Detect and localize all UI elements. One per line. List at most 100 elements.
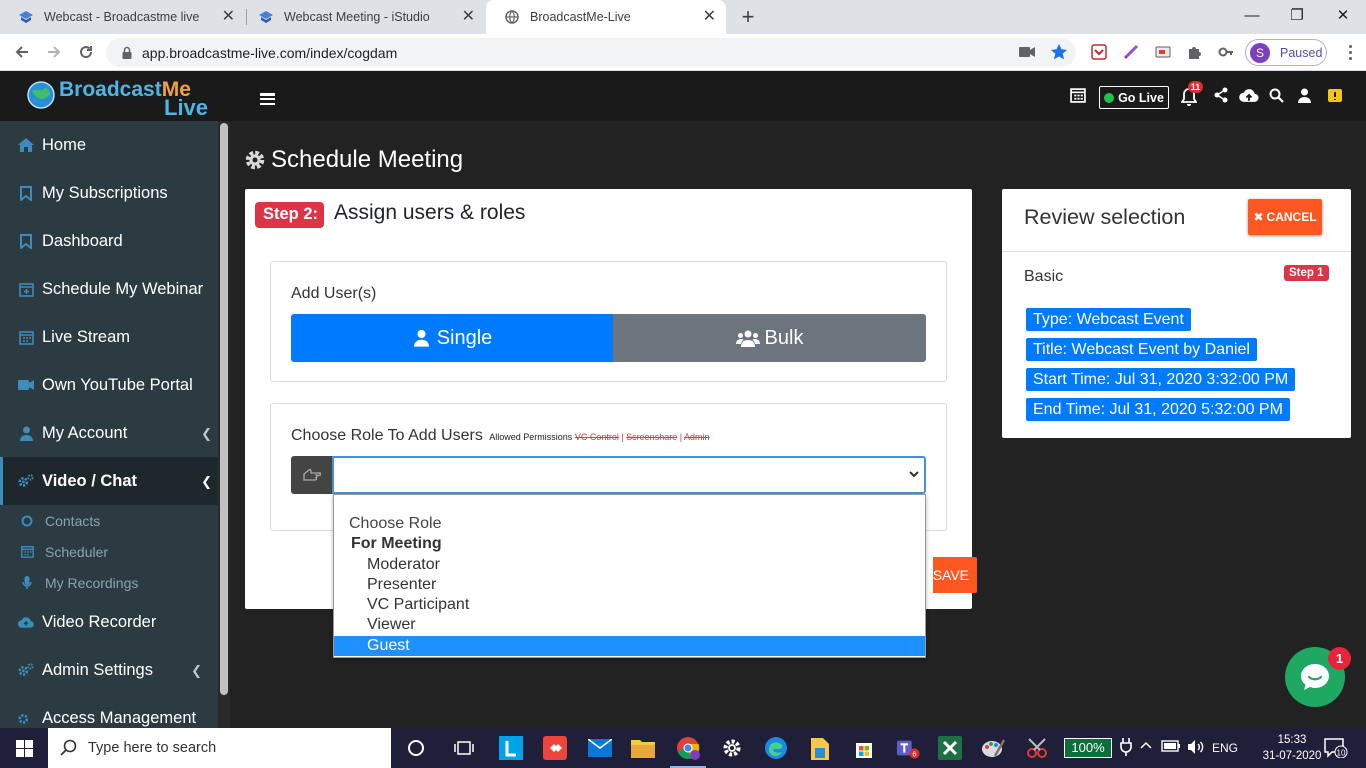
cancel-button[interactable]: ✖ CANCEL xyxy=(1248,199,1322,235)
globe-favicon-icon xyxy=(504,9,520,25)
windows-taskbar: Type here to search 6 100% ENG 15:33 31-… xyxy=(0,728,1366,768)
edge-icon[interactable] xyxy=(764,736,788,760)
user-icon xyxy=(18,425,34,441)
windows-start-icon[interactable] xyxy=(0,728,48,768)
cogs-icon xyxy=(18,710,34,726)
sidebar-item-video-recorder[interactable]: Video Recorder xyxy=(0,598,218,646)
mail-icon[interactable] xyxy=(588,736,612,760)
search-icon xyxy=(60,739,77,756)
new-tab-plus-icon[interactable]: + xyxy=(738,4,758,30)
sidebar-item-my-subscriptions[interactable]: My Subscriptions xyxy=(0,169,218,217)
zoom-level[interactable]: 100% xyxy=(1064,738,1112,758)
step-badge: Step 2: xyxy=(255,202,325,228)
extension-pen-icon[interactable] xyxy=(1121,42,1141,62)
calendar-icon[interactable] xyxy=(1069,86,1087,104)
excel-icon[interactable] xyxy=(938,736,962,760)
sidebar-item-schedule-my-webinar[interactable]: Schedule My Webinar xyxy=(0,265,218,313)
go-live-button[interactable]: Go Live xyxy=(1099,86,1169,109)
file-manager-icon[interactable] xyxy=(808,736,832,760)
sidebar-item-own-youtube-portal[interactable]: Own YouTube Portal xyxy=(0,361,218,409)
app-l-icon[interactable] xyxy=(499,736,523,760)
browser-toolbar: app.broadcastme-live.com/index/cogdam S … xyxy=(0,34,1366,71)
sidebar-scrollbar[interactable] xyxy=(218,121,230,728)
brand-logo[interactable]: BroadcastMe Live xyxy=(0,71,230,121)
sidebar-item-video-chat[interactable]: Video / Chat ❮ xyxy=(0,457,218,505)
svg-text:6: 6 xyxy=(912,749,916,758)
hamburger-menu-icon[interactable] xyxy=(260,93,275,105)
file-explorer-icon[interactable] xyxy=(631,736,655,760)
reload-icon[interactable] xyxy=(74,40,98,64)
dropdown-option-vc-participant[interactable]: VC Participant xyxy=(334,595,925,615)
anydesk-icon[interactable] xyxy=(543,736,567,760)
action-center-icon[interactable]: 10 xyxy=(1324,738,1348,761)
sidebar-item-access-management[interactable]: Access Management xyxy=(0,694,218,728)
tab-close-icon[interactable]: ✕ xyxy=(462,8,475,26)
dropdown-option-presenter[interactable]: Presenter xyxy=(334,575,925,595)
extensions-puzzle-icon[interactable] xyxy=(1185,42,1205,62)
sidebar-subitem-scheduler[interactable]: Scheduler xyxy=(0,536,218,567)
chrome-icon[interactable] xyxy=(670,736,706,768)
cogs-icon xyxy=(18,662,34,678)
minimize-icon[interactable]: — xyxy=(1229,0,1275,30)
teams-icon[interactable]: 6 xyxy=(896,736,920,760)
dropdown-option-viewer[interactable]: Viewer xyxy=(334,615,925,635)
sidebar-item-dashboard[interactable]: Dashboard xyxy=(0,217,218,265)
forward-arrow-icon[interactable] xyxy=(42,40,66,64)
close-window-icon[interactable]: ✕ xyxy=(1320,0,1366,30)
share-icon[interactable] xyxy=(1212,86,1230,104)
store-icon[interactable] xyxy=(852,736,876,760)
calendar-plus-icon xyxy=(18,281,34,297)
key-icon[interactable] xyxy=(1216,42,1236,62)
sidebar-item-admin-settings[interactable]: Admin Settings ❮ xyxy=(0,646,218,694)
chevron-up-icon[interactable] xyxy=(1140,740,1152,755)
snipping-tool-icon[interactable] xyxy=(1025,736,1049,760)
settings-gear-icon[interactable] xyxy=(720,736,744,760)
dropdown-option-choose-role[interactable]: Choose Role xyxy=(334,514,925,534)
allowed-permissions: Allowed Permissions VC Control | Screens… xyxy=(489,432,710,442)
lock-alert-icon[interactable] xyxy=(1326,86,1344,104)
tab-close-icon[interactable]: ✕ xyxy=(222,8,235,26)
sidebar-item-my-account[interactable]: My Account ❮ xyxy=(0,409,218,457)
tab-title: Webcast - Broadcastme live xyxy=(44,10,200,24)
sidebar-item-home[interactable]: Home xyxy=(0,121,218,169)
battery-icon[interactable] xyxy=(1161,740,1181,755)
bookmark-star-icon[interactable] xyxy=(1049,42,1069,62)
language-indicator[interactable]: ENG xyxy=(1212,741,1238,755)
dropdown-option-guest[interactable]: Guest xyxy=(334,636,925,656)
browser-tab-broadcastme-live[interactable]: BroadcastMe-Live ✕ xyxy=(486,0,726,34)
bulk-users-button[interactable]: Bulk xyxy=(613,314,926,362)
search-icon[interactable] xyxy=(1267,86,1285,104)
bookmark-icon xyxy=(18,185,34,201)
task-view-icon[interactable] xyxy=(452,736,476,760)
cloud-upload-icon[interactable] xyxy=(1238,86,1260,104)
single-user-button[interactable]: Single xyxy=(291,314,613,362)
profile-button[interactable]: S Paused xyxy=(1245,39,1327,66)
browser-tab-webcast-meeting[interactable]: Webcast Meeting - iStudio ✕ xyxy=(240,0,485,34)
back-arrow-icon[interactable] xyxy=(10,40,34,64)
dropdown-option-moderator[interactable]: Moderator xyxy=(334,555,925,575)
camera-icon[interactable] xyxy=(1017,42,1037,62)
cortana-circle-icon[interactable] xyxy=(404,736,428,760)
browser-menu-icon[interactable] xyxy=(1343,42,1357,62)
clock[interactable]: 15:33 31-07-2020 xyxy=(1262,732,1322,764)
maximize-icon[interactable]: ❐ xyxy=(1274,0,1320,30)
extension-pocket-icon[interactable] xyxy=(1089,42,1109,62)
taskbar-search-input[interactable]: Type here to search xyxy=(48,728,391,768)
role-select[interactable] xyxy=(332,456,926,494)
sidebar-subitem-my-recordings[interactable]: My Recordings xyxy=(0,567,218,598)
add-users-label: Add User(s) xyxy=(291,285,377,302)
browser-tab-webcast-broadcastme[interactable]: Webcast - Broadcastme live ✕ xyxy=(0,0,245,34)
user-icon[interactable] xyxy=(1295,86,1313,104)
calendar-icon xyxy=(18,329,34,345)
sidebar-item-live-stream[interactable]: Live Stream xyxy=(0,313,218,361)
power-plug-icon[interactable] xyxy=(1120,738,1132,759)
volume-icon[interactable] xyxy=(1187,739,1205,758)
cogs-icon xyxy=(18,473,34,489)
address-bar[interactable]: app.broadcastme-live.com/index/cogdam xyxy=(106,38,1076,67)
sidebar-subitem-contacts[interactable]: Contacts xyxy=(0,505,218,536)
save-button[interactable]: SAVE xyxy=(933,557,977,593)
paint-icon[interactable] xyxy=(981,736,1005,760)
extension-screen-icon[interactable] xyxy=(1153,42,1173,62)
sidebar-submenu-video-chat: Contacts Scheduler My Recordings xyxy=(0,505,218,598)
tab-close-icon[interactable]: ✕ xyxy=(703,8,716,26)
